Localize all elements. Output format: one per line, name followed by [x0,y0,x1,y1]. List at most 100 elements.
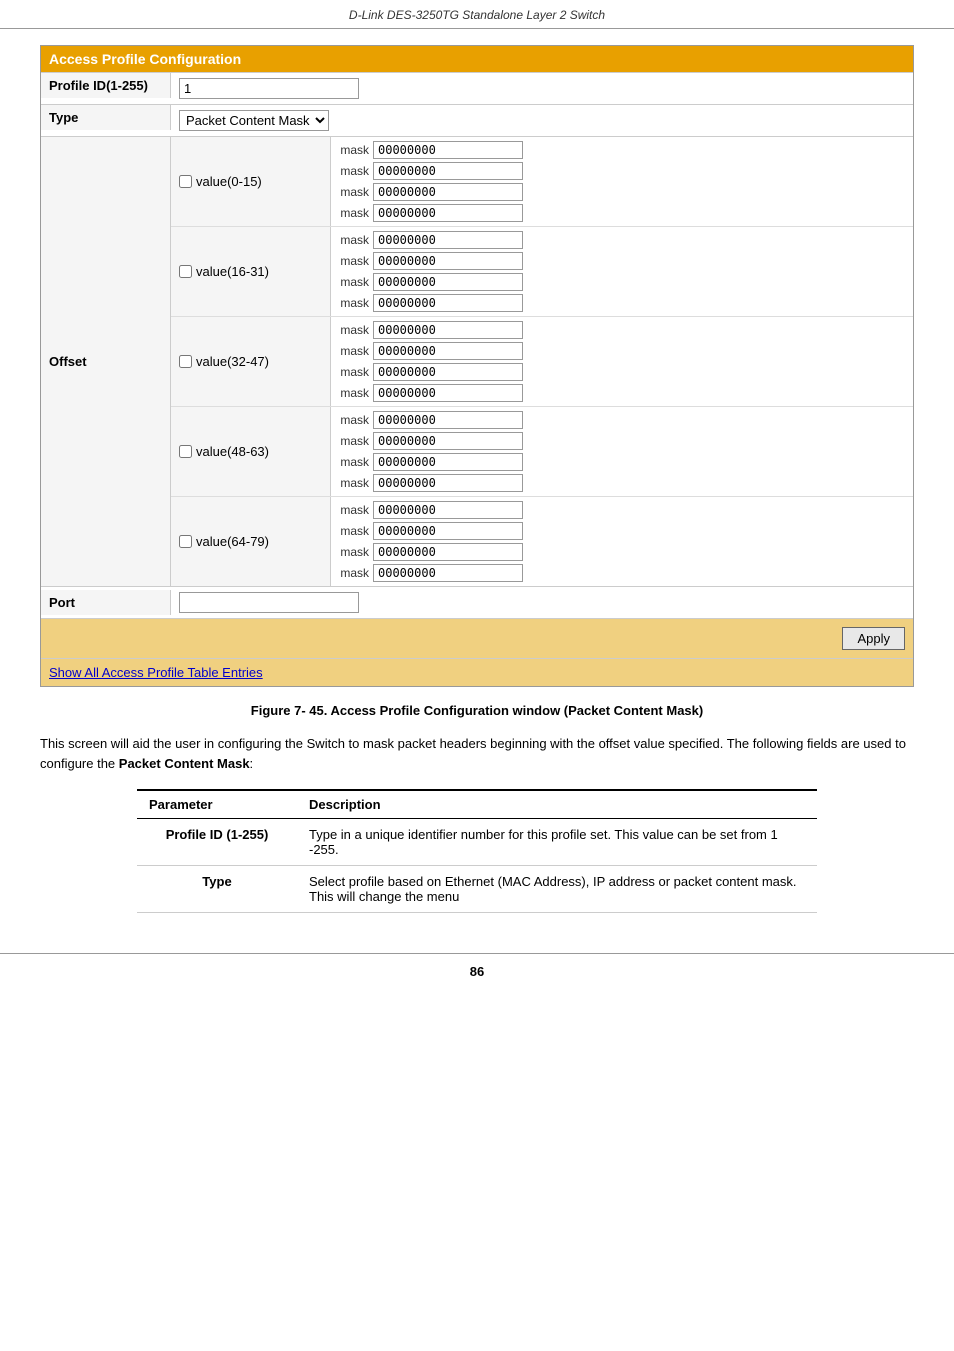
page-footer: 86 [0,953,954,987]
apply-button[interactable]: Apply [842,627,905,650]
mask-label-1-2: mask [339,275,369,289]
type-row: Type Packet Content Mask Ethernet IP [41,104,913,136]
offset-row: Offset value(0-15) mask mas [41,136,913,586]
mask-label-0-3: mask [339,206,369,220]
mask-input-0-2[interactable] [373,183,523,201]
mask-input-4-3[interactable] [373,564,523,582]
page-number: 86 [470,964,484,979]
mask-row-2-0: mask [339,321,905,339]
mask-input-0-0[interactable] [373,141,523,159]
mask-input-4-2[interactable] [373,543,523,561]
mask-row-3-0: mask [339,411,905,429]
mask-label-2-0: mask [339,323,369,337]
offset-group-4-label: value(64-79) [196,534,269,549]
mask-input-3-3[interactable] [373,474,523,492]
offset-checkbox-2[interactable] [179,355,192,368]
param-col-header: Parameter [137,790,297,819]
mask-input-1-2[interactable] [373,273,523,291]
mask-fields-3: mask mask mask mask [331,407,913,496]
offset-checkbox-cell-4: value(64-79) [171,497,331,586]
mask-row-2-1: mask [339,342,905,360]
mask-fields-1: mask mask mask mask [331,227,913,316]
mask-label-3-3: mask [339,476,369,490]
mask-row-2-2: mask [339,363,905,381]
mask-label-0-2: mask [339,185,369,199]
mask-row-3-3: mask [339,474,905,492]
offset-checkbox-0[interactable] [179,175,192,188]
mask-input-2-2[interactable] [373,363,523,381]
port-label: Port [41,590,171,615]
mask-row-1-1: mask [339,252,905,270]
header-title: D-Link DES-3250TG Standalone Layer 2 Swi… [349,8,605,22]
offset-checkbox-cell-2: value(32-47) [171,317,331,406]
mask-row-4-3: mask [339,564,905,582]
show-all-link[interactable]: Show All Access Profile Table Entries [49,665,263,680]
offset-checkbox-1[interactable] [179,265,192,278]
mask-input-1-1[interactable] [373,252,523,270]
offset-checkbox-4[interactable] [179,535,192,548]
mask-input-2-1[interactable] [373,342,523,360]
mask-row-1-3: mask [339,294,905,312]
type-select[interactable]: Packet Content Mask Ethernet IP [179,110,329,131]
param-table: Parameter Description Profile ID (1-255)… [137,789,817,913]
offset-checkbox-cell-1: value(16-31) [171,227,331,316]
desc-bold: Packet Content Mask [119,756,250,771]
main-content: Access Profile Configuration Profile ID(… [0,45,954,933]
mask-input-1-0[interactable] [373,231,523,249]
profile-id-input[interactable] [179,78,359,99]
offset-group-1: value(16-31) mask mask mask [171,227,913,317]
mask-input-2-3[interactable] [373,384,523,402]
page-header: D-Link DES-3250TG Standalone Layer 2 Swi… [0,0,954,29]
param-type: Type [137,866,297,913]
figure-caption: Figure 7- 45. Access Profile Configurati… [40,703,914,718]
offset-group-2-label: value(32-47) [196,354,269,369]
mask-input-0-3[interactable] [373,204,523,222]
mask-label-2-2: mask [339,365,369,379]
profile-id-value-cell [171,73,913,104]
offset-group-0-label: value(0-15) [196,174,262,189]
mask-row-1-0: mask [339,231,905,249]
desc-type: Select profile based on Ethernet (MAC Ad… [297,866,817,913]
mask-input-3-0[interactable] [373,411,523,429]
mask-fields-0: mask mask mask mask [331,137,913,226]
mask-label-1-3: mask [339,296,369,310]
offset-group-0: value(0-15) mask mask mask [171,137,913,227]
table-row: Profile ID (1-255) Type in a unique iden… [137,819,817,866]
mask-input-3-1[interactable] [373,432,523,450]
mask-fields-4: mask mask mask mask [331,497,913,586]
param-profile-id: Profile ID (1-255) [137,819,297,866]
mask-label-1-0: mask [339,233,369,247]
offset-checkbox-cell-3: value(48-63) [171,407,331,496]
offset-checkbox-3[interactable] [179,445,192,458]
mask-label-3-0: mask [339,413,369,427]
profile-id-label: Profile ID(1-255) [41,73,171,98]
mask-row-0-1: mask [339,162,905,180]
show-link-row: Show All Access Profile Table Entries [41,658,913,686]
mask-label-4-2: mask [339,545,369,559]
profile-id-row: Profile ID(1-255) [41,72,913,104]
mask-input-4-1[interactable] [373,522,523,540]
mask-input-3-2[interactable] [373,453,523,471]
mask-input-2-0[interactable] [373,321,523,339]
mask-label-0-0: mask [339,143,369,157]
offset-group-3: value(48-63) mask mask mask [171,407,913,497]
desc-profile-id: Type in a unique identifier number for t… [297,819,817,866]
mask-input-0-1[interactable] [373,162,523,180]
offset-group-2: value(32-47) mask mask mask [171,317,913,407]
apply-row: Apply [41,618,913,658]
mask-row-4-2: mask [339,543,905,561]
mask-input-1-3[interactable] [373,294,523,312]
apc-panel-title: Access Profile Configuration [41,46,913,72]
mask-row-0-3: mask [339,204,905,222]
offset-group-3-label: value(48-63) [196,444,269,459]
mask-label-3-2: mask [339,455,369,469]
mask-label-3-1: mask [339,434,369,448]
port-row: Port [41,586,913,618]
mask-row-3-2: mask [339,453,905,471]
type-select-wrap: Packet Content Mask Ethernet IP [179,110,329,131]
desc-col-header: Description [297,790,817,819]
mask-label-4-0: mask [339,503,369,517]
port-input[interactable] [179,592,359,613]
desc-text: This screen will aid the user in configu… [40,734,914,773]
mask-input-4-0[interactable] [373,501,523,519]
